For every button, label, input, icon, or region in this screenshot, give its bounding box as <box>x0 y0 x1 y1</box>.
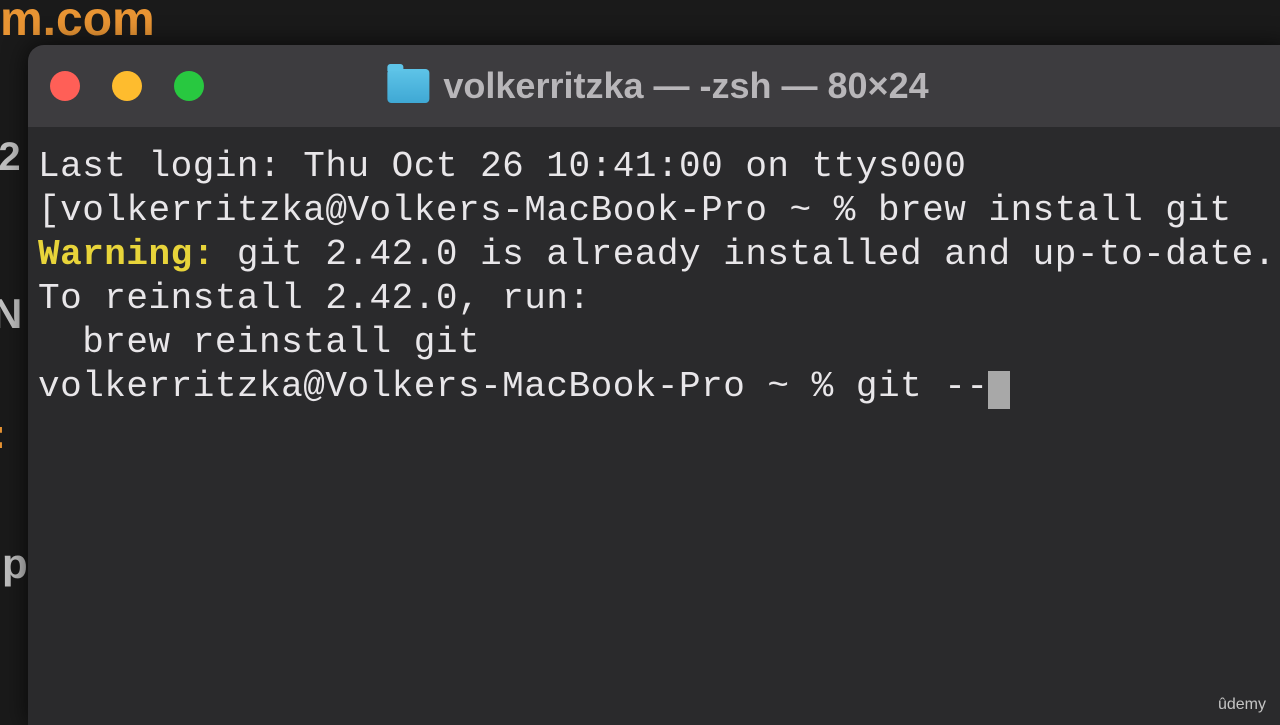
cursor-icon <box>988 371 1010 409</box>
terminal-output-line: Last login: Thu Oct 26 10:41:00 on ttys0… <box>28 145 1280 189</box>
window-title: volkerritzka — -zsh — 80×24 <box>443 65 928 107</box>
background-text-fragment: p <box>2 540 28 588</box>
folder-icon <box>387 69 429 103</box>
terminal-prompt-line: volkerritzka@Volkers-MacBook-Pro ~ % git… <box>28 365 1280 409</box>
terminal-output-line: brew reinstall git <box>28 321 1280 365</box>
traffic-lights <box>50 71 204 101</box>
close-button[interactable] <box>50 71 80 101</box>
maximize-button[interactable] <box>174 71 204 101</box>
title-content: volkerritzka — -zsh — 80×24 <box>387 65 928 107</box>
udemy-watermark: ûdemy <box>1218 696 1266 714</box>
warning-label: Warning: <box>38 234 215 275</box>
terminal-body[interactable]: Last login: Thu Oct 26 10:41:00 on ttys0… <box>28 127 1280 408</box>
background-text-fragment: : <box>0 410 6 458</box>
terminal-output-line: To reinstall 2.42.0, run: <box>28 277 1280 321</box>
background-text-fragment: N <box>0 290 22 338</box>
terminal-warning-line: Warning: git 2.42.0 is already installed… <box>28 233 1280 277</box>
minimize-button[interactable] <box>112 71 142 101</box>
title-bar[interactable]: volkerritzka — -zsh — 80×24 <box>28 45 1280 127</box>
terminal-window: volkerritzka — -zsh — 80×24 Last login: … <box>28 45 1280 725</box>
terminal-prompt-line: [volkerritzka@Volkers-MacBook-Pro ~ % br… <box>28 189 1280 233</box>
background-text-fragment: -2 <box>0 135 21 180</box>
background-url-text: m.com <box>0 0 155 47</box>
